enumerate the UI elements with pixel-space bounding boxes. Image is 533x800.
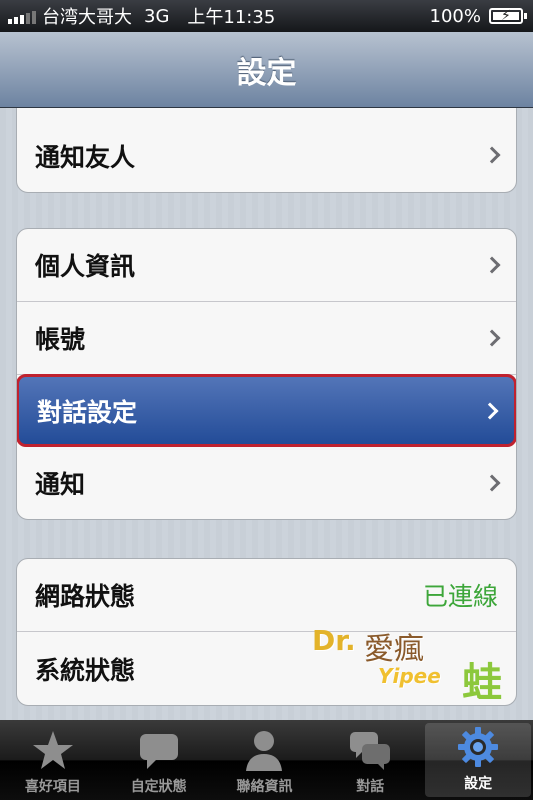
chevron-right-icon bbox=[483, 146, 501, 164]
speech-bubble-icon bbox=[135, 728, 183, 772]
chevron-right-icon bbox=[483, 474, 501, 491]
network-type: 3G bbox=[144, 5, 170, 27]
signal-strength-icon bbox=[8, 8, 36, 24]
row-notifications[interactable]: 通知 bbox=[17, 446, 516, 519]
row-label: 通知友人 bbox=[35, 142, 136, 172]
row-label: 通知 bbox=[35, 469, 86, 499]
gear-icon bbox=[454, 725, 502, 769]
tab-chats[interactable]: 對話 bbox=[317, 720, 423, 800]
watermark-text: 愛瘋 bbox=[364, 632, 424, 667]
row-label: 帳號 bbox=[35, 325, 86, 354]
row-chat-settings[interactable]: 對話設定 bbox=[17, 374, 516, 447]
tab-label: 設定 bbox=[464, 776, 493, 792]
row-label: 對話設定 bbox=[37, 397, 138, 427]
chevron-right-icon bbox=[483, 329, 501, 347]
settings-group-friends: 通知友人 bbox=[16, 108, 517, 193]
row-notify-friends[interactable]: 通知友人 bbox=[17, 108, 516, 192]
navigation-bar: 設定 bbox=[0, 32, 533, 108]
watermark-dr: Dr. bbox=[312, 624, 356, 657]
tab-label: 喜好項目 bbox=[24, 779, 81, 795]
settings-group-account: 個人資訊 帳號 對話設定 通知 bbox=[16, 228, 517, 520]
tab-label: 聯絡資訊 bbox=[236, 779, 293, 795]
chevron-right-icon bbox=[481, 402, 499, 419]
chat-bubbles-icon bbox=[346, 728, 394, 772]
status-bar: 台湾大哥大 3G 上午11:35 100% ⚡ bbox=[0, 0, 533, 32]
battery-percent: 100% bbox=[429, 6, 481, 27]
tab-settings[interactable]: 設定 bbox=[425, 723, 531, 797]
page-title: 設定 bbox=[236, 55, 297, 91]
row-account[interactable]: 帳號 bbox=[17, 302, 516, 375]
tab-custom-status[interactable]: 自定狀態 bbox=[106, 720, 212, 800]
person-icon bbox=[240, 728, 288, 772]
tab-label: 對話 bbox=[356, 779, 385, 795]
star-icon bbox=[29, 728, 77, 772]
tab-bar: 喜好項目 自定狀態 聯絡資訊 對話 設定 bbox=[0, 720, 533, 800]
clock: 上午11:35 bbox=[187, 7, 276, 28]
chevron-right-icon bbox=[483, 256, 501, 274]
row-label: 個人資訊 bbox=[35, 252, 136, 281]
row-label: 系統狀態 bbox=[35, 655, 136, 685]
row-label: 網路狀態 bbox=[35, 582, 136, 611]
watermark-yipee: Yipee bbox=[378, 664, 441, 688]
network-status-value: 已連線 bbox=[422, 582, 498, 611]
tab-label: 自定狀態 bbox=[130, 779, 187, 795]
tab-favorites[interactable]: 喜好項目 bbox=[0, 720, 106, 800]
tab-contacts[interactable]: 聯絡資訊 bbox=[212, 720, 318, 800]
watermark-frog: 蛙 bbox=[462, 660, 502, 706]
row-personal-info[interactable]: 個人資訊 bbox=[17, 229, 516, 302]
watermark-logo: Dr. 愛瘋 Yipee 蛙 bbox=[312, 620, 522, 706]
battery-icon: ⚡ bbox=[489, 8, 527, 24]
carrier-name: 台湾大哥大 bbox=[42, 7, 132, 28]
